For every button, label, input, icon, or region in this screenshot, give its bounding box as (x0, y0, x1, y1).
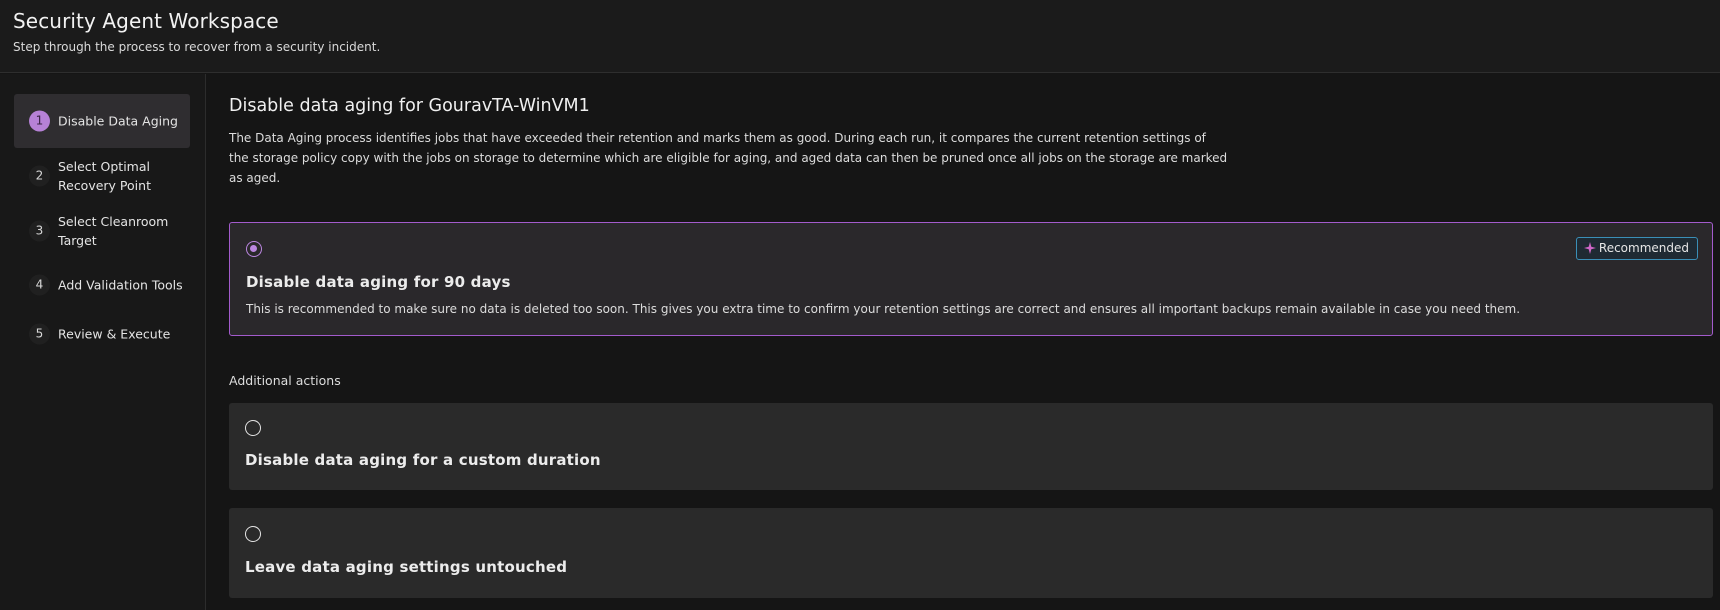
step-label: Select Cleanroom Target (58, 214, 169, 248)
badge-label: Recommended (1598, 241, 1689, 255)
app-title: Security Agent Workspace (13, 9, 279, 33)
page-title: Disable data aging for GouravTA-WinVM1 (229, 96, 590, 116)
step-select-cleanroom-target[interactable]: 3 Select Cleanroom Target (14, 204, 190, 258)
step-label: Select Optimal Recovery Point (58, 159, 151, 193)
page-description: The Data Aging process identifies jobs t… (229, 131, 1228, 185)
option-custom-duration[interactable]: Disable data aging for a custom duration (229, 403, 1713, 490)
step-number: 1 (29, 110, 50, 132)
option-leave-untouched[interactable]: Leave data aging settings untouched (229, 508, 1713, 598)
step-label: Disable Data Aging (58, 113, 178, 129)
step-number: 4 (29, 274, 50, 296)
recommended-badge: Recommended (1575, 237, 1698, 260)
step-label: Review & Execute (58, 326, 171, 342)
option-description: This is recommended to make sure no data… (246, 302, 1521, 316)
step-add-validation-tools[interactable]: 4 Add Validation Tools (14, 258, 190, 312)
option-title: Disable data aging for a custom duration (245, 451, 601, 469)
app-subtitle: Step through the process to recover from… (13, 40, 381, 54)
radio-button[interactable] (245, 526, 261, 542)
main-content: Disable data aging for GouravTA-WinVM1 T… (207, 74, 1720, 610)
step-disable-data-aging[interactable]: 1 Disable Data Aging (14, 94, 190, 148)
option-title: Leave data aging settings untouched (245, 558, 568, 576)
option-title: Disable data aging for 90 days (246, 273, 511, 291)
additional-actions-label: Additional actions (229, 373, 341, 388)
step-number: 2 (29, 165, 50, 187)
steps-sidebar: 1 Disable Data Aging 2 Select Optimal Re… (0, 74, 206, 610)
step-review-execute[interactable]: 5 Review & Execute (14, 312, 190, 356)
step-select-recovery-point[interactable]: 2 Select Optimal Recovery Point (14, 149, 190, 203)
step-number: 3 (29, 220, 50, 242)
sparkle-icon (1583, 242, 1596, 254)
step-number: 5 (29, 323, 50, 345)
radio-button-selected[interactable] (246, 241, 262, 257)
option-disable-90-days[interactable]: Recommended Disable data aging for 90 da… (229, 222, 1713, 336)
step-label: Add Validation Tools (58, 277, 183, 293)
radio-button[interactable] (245, 420, 261, 436)
app-header: Security Agent Workspace Step through th… (0, 0, 1720, 73)
